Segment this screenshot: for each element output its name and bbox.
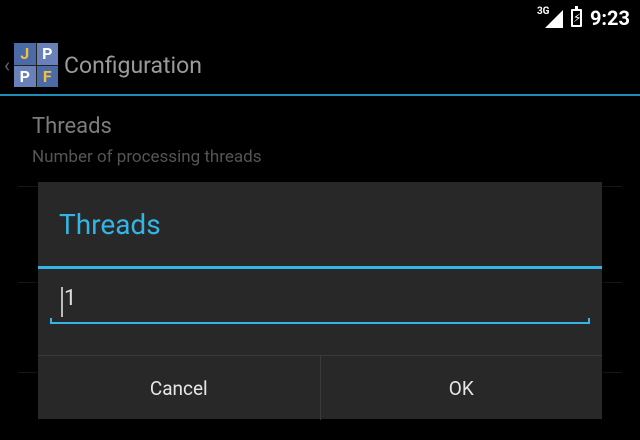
page-title: Configuration (64, 52, 202, 79)
text-cursor (61, 287, 63, 317)
ok-button[interactable]: OK (319, 356, 603, 420)
logo-letter: P (36, 43, 58, 65)
action-bar: ‹ J P P F Configuration (0, 33, 640, 95)
preference-title: Threads (32, 114, 112, 139)
status-icons: 3G ⚡ 9:23 (537, 6, 630, 30)
threads-input-value[interactable]: 1 (64, 286, 76, 311)
preference-item-threads[interactable]: Threads Number of processing threads (18, 96, 622, 187)
preference-summary: Number of processing threads (32, 147, 262, 167)
input-underline-tick (50, 318, 52, 324)
battery-charging-icon: ⚡ (570, 6, 582, 27)
status-bar: 3G ⚡ 9:23 (0, 0, 640, 33)
dialog-title-divider (38, 266, 602, 269)
logo-letter: P (14, 65, 36, 87)
threads-input[interactable]: 1 (50, 284, 590, 324)
logo-letter: J (14, 43, 36, 65)
input-underline (50, 322, 590, 324)
threads-dialog: Threads 1 Cancel OK (38, 182, 602, 420)
clock: 9:23 (589, 6, 630, 30)
logo-letter: F (36, 65, 58, 87)
dialog-button-bar: Cancel OK (38, 355, 602, 420)
input-underline-tick (588, 318, 590, 324)
cancel-button[interactable]: Cancel (38, 356, 320, 420)
signal-icon: 3G (537, 6, 563, 28)
app-logo-icon[interactable]: J P P F (14, 43, 58, 87)
dialog-title: Threads (59, 208, 161, 241)
back-chevron-icon[interactable]: ‹ (4, 53, 10, 77)
